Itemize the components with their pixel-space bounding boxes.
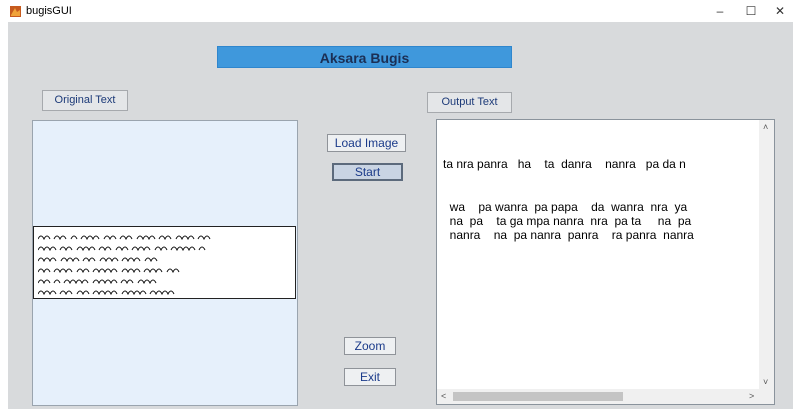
script-line [38,246,206,252]
script-line [38,279,157,285]
zoom-button[interactable]: Zoom [344,337,396,355]
scroll-left-icon[interactable]: < [441,392,446,401]
load-image-button[interactable]: Load Image [327,134,406,152]
scroll-right-icon[interactable]: > [749,392,754,401]
vertical-scrollbar[interactable]: ˄ ˅ [759,120,774,390]
script-line [38,257,158,263]
scroll-up-icon[interactable]: ˄ [763,123,768,132]
close-button[interactable]: ✕ [767,0,793,22]
scrollbar-corner [759,389,774,404]
script-line [38,235,211,241]
scroll-down-icon[interactable]: ˅ [763,378,768,387]
exit-button[interactable]: Exit [344,368,396,386]
script-line [38,268,180,274]
output-line: nanra na pa nanra panra ra panra nanra [443,228,694,242]
window-title: bugisGUI [26,5,72,17]
bugis-script-image [33,226,296,299]
original-text-label: Original Text [42,90,128,111]
start-button[interactable]: Start [332,163,403,181]
output-line: wa pa wanra pa papa da wanra nra ya [443,200,688,214]
output-text-area[interactable]: ta nra panra ha ta danra nanra pa da n w… [436,119,775,405]
horizontal-scroll-thumb[interactable] [453,392,623,401]
output-line: na pa ta ga mpa nanra nra pa ta na pa [443,214,692,228]
matlab-app-icon [10,6,21,17]
horizontal-scrollbar[interactable]: < > [437,389,760,404]
output-line: ta nra panra ha ta danra nanra pa da n [443,157,686,171]
minimize-button[interactable]: – [707,0,733,22]
maximize-button[interactable]: ☐ [738,0,764,22]
title-bar: bugisGUI – ☐ ✕ [0,0,793,22]
script-line [38,290,175,296]
app-banner-title: Aksara Bugis [217,46,512,68]
output-text-label: Output Text [427,92,512,113]
